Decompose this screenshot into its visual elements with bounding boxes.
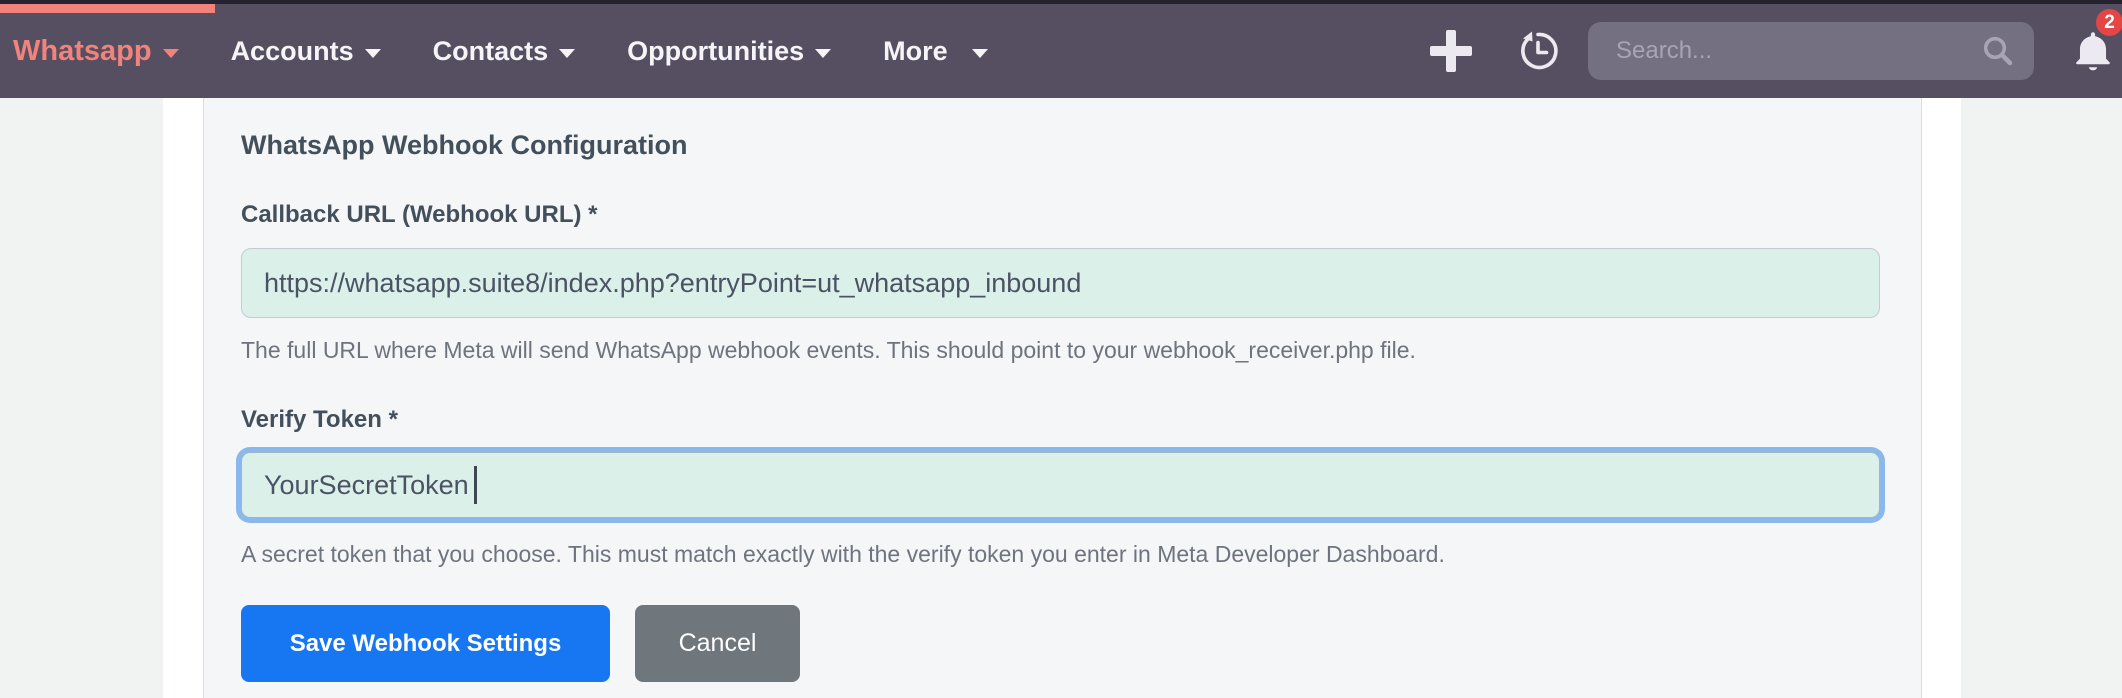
- nav-item-opportunities[interactable]: Opportunities: [627, 35, 832, 67]
- nav-menu: Whatsapp Accounts Contacts Opportunities…: [13, 35, 988, 68]
- chevron-down-icon: [971, 48, 988, 58]
- verify-token-label: Verify Token *: [241, 406, 398, 433]
- search-input[interactable]: [1588, 22, 2034, 80]
- nav-item-label: Opportunities: [627, 35, 805, 66]
- chevron-down-icon: [815, 48, 832, 58]
- save-webhook-settings-button[interactable]: Save Webhook Settings: [241, 605, 610, 682]
- form-actions: Save Webhook Settings Cancel: [241, 605, 1921, 682]
- left-margin: [163, 98, 203, 698]
- verify-token-input[interactable]: [241, 452, 1880, 518]
- nav-item-label: Whatsapp: [13, 34, 152, 67]
- right-margin: [1922, 98, 1961, 698]
- verify-token-field: [241, 452, 1880, 518]
- nav-item-label: Contacts: [432, 35, 549, 66]
- webhook-config-panel: WhatsApp Webhook Configuration Callback …: [203, 98, 1922, 698]
- cancel-button[interactable]: Cancel: [635, 605, 800, 682]
- main-navbar: Whatsapp Accounts Contacts Opportunities…: [0, 4, 2122, 98]
- callback-url-label: Callback URL (Webhook URL) *: [241, 201, 598, 228]
- search-icon[interactable]: [1980, 33, 2016, 69]
- chevron-down-icon: [559, 48, 576, 58]
- page-body: WhatsApp Webhook Configuration Callback …: [0, 98, 2122, 698]
- chevron-down-icon: [364, 48, 381, 58]
- quick-create-plus-icon[interactable]: [1430, 30, 1472, 72]
- active-module-indicator: [0, 4, 215, 13]
- right-gutter: [1961, 98, 2122, 698]
- text-cursor: [474, 466, 477, 504]
- panel-title: WhatsApp Webhook Configuration: [241, 130, 688, 160]
- chevron-down-icon: [162, 48, 179, 58]
- callback-url-input[interactable]: [241, 248, 1880, 318]
- nav-item-label: More: [883, 35, 948, 66]
- nav-item-whatsapp[interactable]: Whatsapp: [13, 35, 179, 68]
- recently-viewed-history-icon[interactable]: [1516, 29, 1560, 73]
- notification-count-badge: 2: [2096, 9, 2122, 36]
- global-search: [1588, 22, 2034, 80]
- notifications-button[interactable]: 2: [2070, 9, 2122, 79]
- nav-item-label: Accounts: [230, 35, 354, 66]
- nav-item-more[interactable]: More: [883, 36, 988, 67]
- left-gutter: [0, 98, 163, 698]
- callback-url-help: The full URL where Meta will send WhatsA…: [241, 337, 1416, 363]
- nav-actions: 2: [1430, 9, 2122, 80]
- nav-item-contacts[interactable]: Contacts: [433, 36, 576, 67]
- nav-item-accounts[interactable]: Accounts: [231, 36, 381, 67]
- verify-token-help: A secret token that you choose. This mus…: [241, 541, 1445, 567]
